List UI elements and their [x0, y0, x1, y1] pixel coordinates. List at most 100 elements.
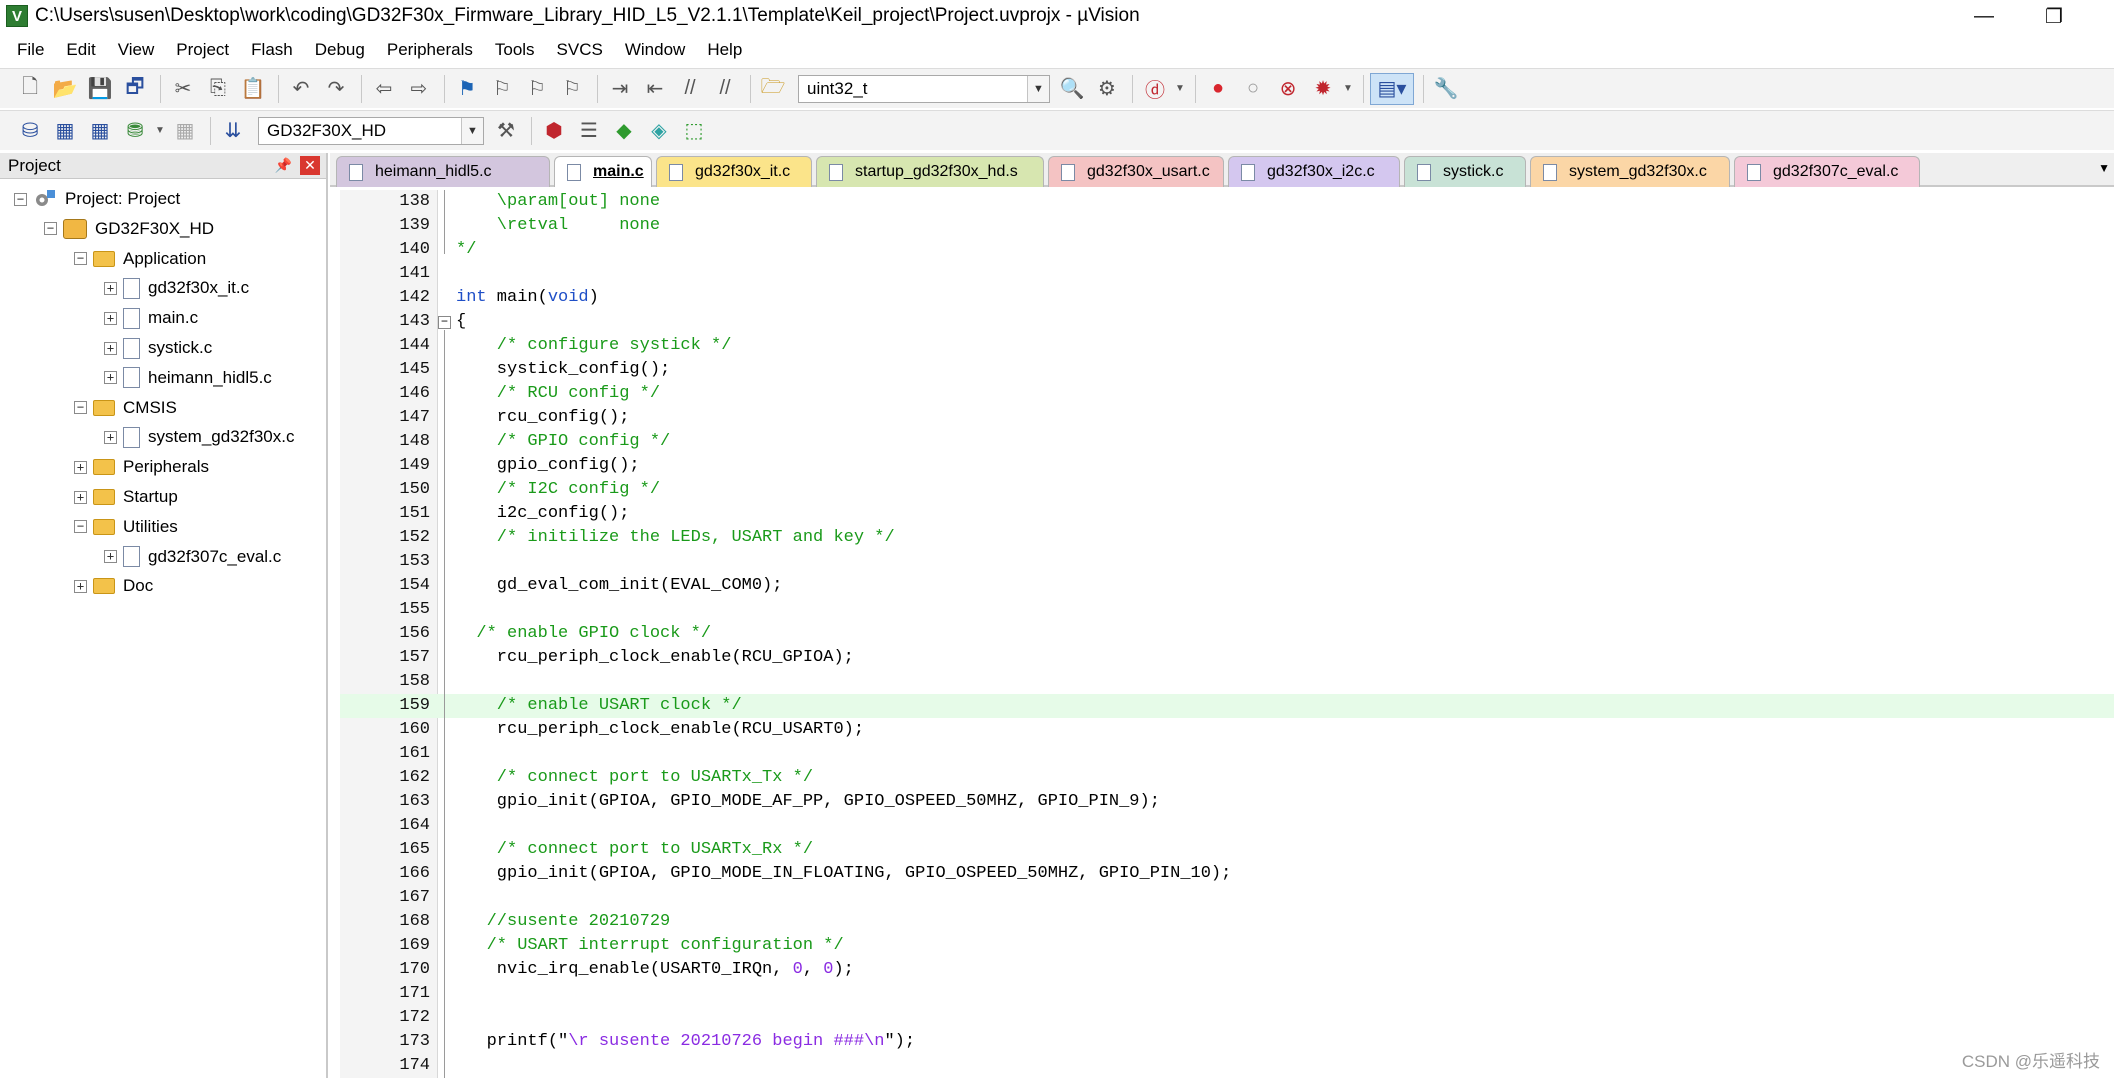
editor-tab[interactable]: main.c [554, 156, 652, 187]
editor-tab[interactable]: gd32f30x_i2c.c [1228, 156, 1400, 187]
window-layout-icon[interactable]: ▤▾ [1370, 72, 1414, 105]
indent-icon[interactable]: ⇥ [604, 73, 636, 105]
code-line[interactable]: 140 */ [340, 238, 2114, 262]
expand-icon[interactable]: + [104, 341, 117, 355]
menu-edit[interactable]: Edit [55, 40, 106, 60]
code-line[interactable]: 170 nvic_irq_enable(USART0_IRQn, 0, 0); [340, 958, 2114, 982]
cut-icon[interactable]: ✂ [167, 73, 199, 105]
tree-item-target[interactable]: − GD32F30X_HD [44, 215, 214, 243]
code-line[interactable]: 153 [340, 550, 2114, 574]
code-line[interactable]: 174 [340, 1054, 2114, 1078]
disable-breakpoint-icon[interactable]: ○ [1237, 73, 1269, 105]
collapse-icon[interactable]: − [14, 192, 27, 206]
clear-bookmarks-icon[interactable]: ⚐ [556, 73, 588, 105]
code-line[interactable]: 157 rcu_periph_clock_enable(RCU_GPIOA); [340, 646, 2114, 670]
code-line[interactable]: 143−{ [340, 310, 2114, 334]
editor-tab[interactable]: startup_gd32f30x_hd.s [816, 156, 1044, 187]
tree-item-folder-open[interactable]: − CMSIS [74, 394, 177, 422]
find-in-files-icon[interactable]: 🗁 [757, 73, 789, 105]
tree-item-folder[interactable]: + Peripherals [74, 453, 209, 481]
close-icon[interactable]: ✕ [300, 156, 320, 175]
manage-components-icon[interactable]: ⬢ [538, 115, 570, 147]
code-line[interactable]: 146 /* RCU config */ [340, 382, 2114, 406]
code-line[interactable]: 145 systick_config(); [340, 358, 2114, 382]
code-line[interactable]: 171 [340, 982, 2114, 1006]
minimize-button[interactable]: — [1954, 0, 2014, 32]
menu-debug[interactable]: Debug [304, 40, 376, 60]
tree-item-folder[interactable]: + Doc [74, 572, 153, 600]
chevron-down-icon[interactable]: ▼ [1027, 75, 1049, 102]
collapse-icon[interactable]: − [74, 520, 87, 534]
tree-item-file[interactable]: + gd32f30x_it.c [104, 274, 249, 302]
expand-icon[interactable]: + [74, 460, 87, 474]
breakpoint-icon[interactable]: ● [1202, 73, 1234, 105]
editor-tab[interactable]: heimann_hidl5.c [336, 156, 550, 187]
code-line[interactable]: 149 gpio_config(); [340, 454, 2114, 478]
tab-list-icon[interactable]: ▼ [2098, 161, 2110, 175]
undo-icon[interactable]: ↶ [285, 73, 317, 105]
code-line[interactable]: 165 /* connect port to USARTx_Rx */ [340, 838, 2114, 862]
menu-svcs[interactable]: SVCS [546, 40, 614, 60]
browse-icon[interactable]: ⚙ [1091, 73, 1123, 105]
menu-window[interactable]: Window [614, 40, 696, 60]
target-combo[interactable]: GD32F30X_HD ▼ [258, 116, 484, 145]
expand-icon[interactable]: + [104, 430, 117, 444]
collapse-icon[interactable]: − [74, 401, 87, 415]
configure-icon[interactable]: 🔧 [1430, 73, 1462, 105]
prev-bookmark-icon[interactable]: ⚐ [486, 73, 518, 105]
breakpoint-options-icon[interactable]: ✹ [1307, 73, 1339, 105]
code-line[interactable]: 142 int main(void) [340, 286, 2114, 310]
menu-view[interactable]: View [107, 40, 166, 60]
menu-project[interactable]: Project [165, 40, 240, 60]
incremental-find-icon[interactable]: 🔍 [1056, 73, 1088, 105]
editor-tab[interactable]: gd32f30x_it.c [656, 156, 812, 187]
editor-tab[interactable]: system_gd32f30x.c [1530, 156, 1730, 187]
code-line[interactable]: 163 gpio_init(GPIOA, GPIO_MODE_AF_PP, GP… [340, 790, 2114, 814]
menu-tools[interactable]: Tools [484, 40, 546, 60]
unindent-icon[interactable]: ⇤ [639, 73, 671, 105]
code-line[interactable]: 169 /* USART interrupt configuration */ [340, 934, 2114, 958]
uncomment-icon[interactable]: // [709, 73, 741, 105]
code-line[interactable]: 151 i2c_config(); [340, 502, 2114, 526]
next-bookmark-icon[interactable]: ⚐ [521, 73, 553, 105]
editor-tab[interactable]: gd32f30x_usart.c [1048, 156, 1224, 187]
expand-icon[interactable]: + [104, 371, 117, 385]
code-line[interactable]: 162 /* connect port to USARTx_Tx */ [340, 766, 2114, 790]
code-line[interactable]: 144 /* configure systick */ [340, 334, 2114, 358]
code-line[interactable]: 152 /* initilize the LEDs, USART and key… [340, 526, 2114, 550]
code-line[interactable]: 150 /* I2C config */ [340, 478, 2114, 502]
target-options-icon[interactable]: ⚒ [490, 115, 522, 147]
menu-flash[interactable]: Flash [240, 40, 304, 60]
code-line[interactable]: 173 printf("\r susente 20210726 begin ##… [340, 1030, 2114, 1054]
redo-icon[interactable]: ↷ [320, 73, 352, 105]
code-line[interactable]: 156 /* enable GPIO clock */ [340, 622, 2114, 646]
code-line[interactable]: 168 //susente 20210729 [340, 910, 2114, 934]
navigate-back-icon[interactable]: ⇦ [368, 73, 400, 105]
batch-build-icon[interactable]: ⛃ [119, 115, 151, 147]
code-editor[interactable]: 138 \param[out] none 139 \retval none 140 *… [340, 190, 2114, 1078]
menu-file[interactable]: File [6, 40, 55, 60]
code-line[interactable]: 154 gd_eval_com_init(EVAL_COM0); [340, 574, 2114, 598]
comment-icon[interactable]: // [674, 73, 706, 105]
code-line[interactable]: 138 \param[out] none [340, 190, 2114, 214]
expand-icon[interactable]: + [104, 281, 117, 295]
code-line[interactable]: 164 [340, 814, 2114, 838]
bookmark-icon[interactable]: ⚑ [451, 73, 483, 105]
build-icon[interactable]: ▦ [49, 115, 81, 147]
save-all-icon[interactable]: 🗗 [119, 73, 151, 105]
run-time-environment-icon[interactable]: ⬚ [678, 115, 710, 147]
dropdown-arrow-icon[interactable]: ▼ [154, 115, 166, 147]
pack-installer-icon[interactable]: ◆ [608, 115, 640, 147]
stop-build-icon[interactable]: ▦ [169, 115, 201, 147]
fold-collapse-icon[interactable]: − [438, 316, 451, 329]
kill-breakpoints-icon[interactable]: ⊗ [1272, 73, 1304, 105]
tree-item-file[interactable]: + gd32f307c_eval.c [104, 543, 281, 571]
dropdown-arrow-icon[interactable]: ▼ [1342, 73, 1354, 105]
tree-item-project[interactable]: − Project: Project [14, 185, 180, 213]
rebuild-icon[interactable]: ▦ [84, 115, 116, 147]
menu-help[interactable]: Help [696, 40, 753, 60]
code-line[interactable]: 141 [340, 262, 2114, 286]
tree-item-folder-open[interactable]: − Utilities [74, 513, 178, 541]
tree-item-file[interactable]: + main.c [104, 304, 198, 332]
navigate-forward-icon[interactable]: ⇨ [403, 73, 435, 105]
